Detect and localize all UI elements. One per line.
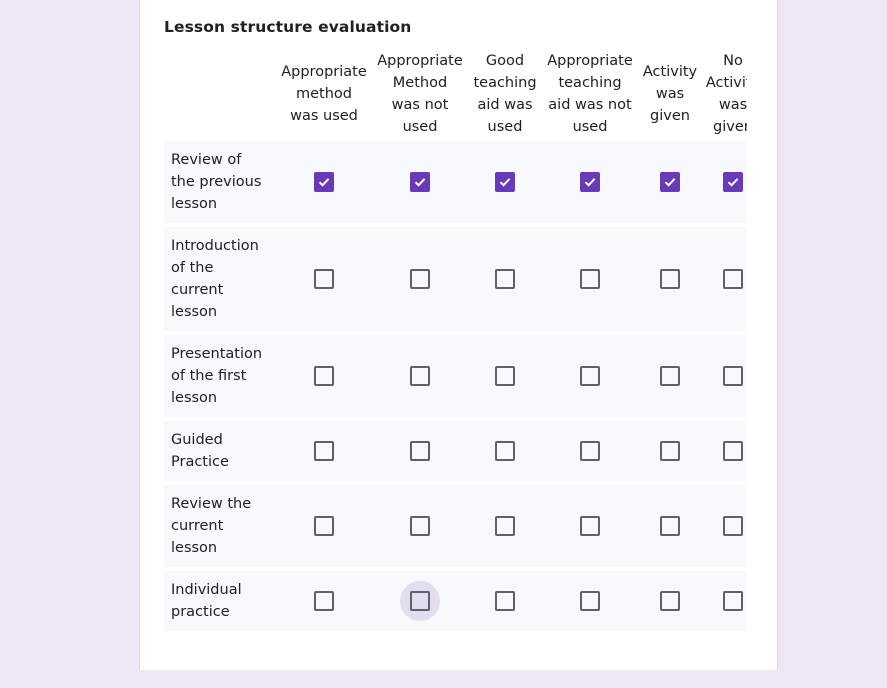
checkbox-2-2[interactable] <box>410 269 430 289</box>
question-card: Lesson structure evaluation Appropriate … <box>139 0 778 670</box>
checkbox-1-4[interactable] <box>580 172 600 192</box>
checkbox-4-6[interactable] <box>723 441 743 461</box>
grid-row: Guided Practice <box>164 421 747 481</box>
checkbox-4-5[interactable] <box>660 441 680 461</box>
column-header-4: Appropriate teaching aid was not used <box>547 53 633 135</box>
checkbox-2-5[interactable] <box>660 269 680 289</box>
checkbox-6-4[interactable] <box>580 591 600 611</box>
column-header-2: Appropriate Method was not used <box>377 53 463 135</box>
checkmark-icon <box>318 178 330 187</box>
checkmark-icon <box>664 178 676 187</box>
row-label: Presentation of the first lesson <box>171 346 263 406</box>
checkbox-1-1[interactable] <box>314 172 334 192</box>
checkbox-4-3[interactable] <box>495 441 515 461</box>
checkbox-5-4[interactable] <box>580 516 600 536</box>
checkbox-5-2[interactable] <box>410 516 430 536</box>
checkbox-4-4[interactable] <box>580 441 600 461</box>
checkbox-6-6[interactable] <box>723 591 743 611</box>
checkbox-2-1[interactable] <box>314 269 334 289</box>
checkbox-5-5[interactable] <box>660 516 680 536</box>
checkbox-5-6[interactable] <box>723 516 743 536</box>
checkbox-3-5[interactable] <box>660 366 680 386</box>
checkbox-2-6[interactable] <box>723 269 743 289</box>
checkmark-icon <box>584 178 596 187</box>
row-label: Introduction of the current lesson <box>171 238 259 320</box>
checkbox-3-4[interactable] <box>580 366 600 386</box>
checkbox-6-5[interactable] <box>660 591 680 611</box>
checkbox-1-5[interactable] <box>660 172 680 192</box>
grid-row: Review of the previous lesson <box>164 141 747 223</box>
grid-row: Individual practice <box>164 571 747 631</box>
checkbox-3-1[interactable] <box>314 366 334 386</box>
checkbox-5-3[interactable] <box>495 516 515 536</box>
checkbox-6-2[interactable] <box>410 591 430 611</box>
checkmark-icon <box>499 178 511 187</box>
row-label: Guided Practice <box>171 432 229 470</box>
checkmark-icon <box>414 178 426 187</box>
checkbox-grid: Appropriate method was used Appropriate M… <box>164 48 747 688</box>
column-header-1: Appropriate method was used <box>281 64 367 124</box>
checkbox-6-3[interactable] <box>495 591 515 611</box>
checkmark-icon <box>727 178 739 187</box>
grid-row: Review the current lesson <box>164 485 747 567</box>
checkbox-5-1[interactable] <box>314 516 334 536</box>
row-label: Individual practice <box>171 582 242 620</box>
checkbox-3-6[interactable] <box>723 366 743 386</box>
checkbox-3-3[interactable] <box>495 366 515 386</box>
checkbox-3-2[interactable] <box>410 366 430 386</box>
checkbox-6-1[interactable] <box>314 591 334 611</box>
checkbox-2-3[interactable] <box>495 269 515 289</box>
checkbox-4-1[interactable] <box>314 441 334 461</box>
checkbox-1-6[interactable] <box>723 172 743 192</box>
column-header-6: No Activity was given <box>705 53 747 135</box>
row-label: Review of the previous lesson <box>171 152 262 212</box>
checkbox-2-4[interactable] <box>580 269 600 289</box>
row-label: Review the current lesson <box>171 496 252 556</box>
column-header-5: Activity was given <box>642 64 698 124</box>
question-title: Lesson structure evaluation <box>164 18 412 36</box>
checkbox-1-2[interactable] <box>410 172 430 192</box>
checkbox-1-3[interactable] <box>495 172 515 192</box>
checkbox-4-2[interactable] <box>410 441 430 461</box>
grid-row: Introduction of the current lesson <box>164 227 747 331</box>
grid-row: Presentation of the first lesson <box>164 335 747 417</box>
column-header-3: Good teaching aid was used <box>473 53 537 135</box>
